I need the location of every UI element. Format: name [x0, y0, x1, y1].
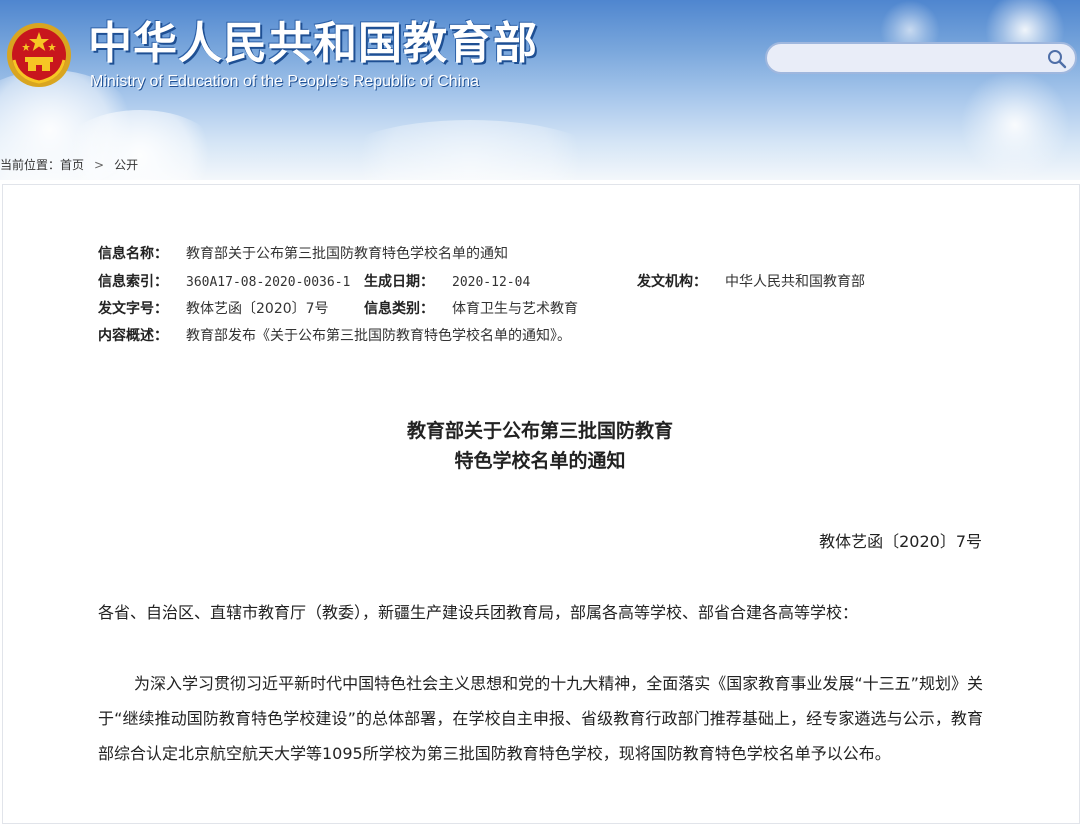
- meta-name-label: 信息名称：: [98, 246, 168, 262]
- cloud-decoration: [330, 120, 610, 180]
- document-title-line-1: 教育部关于公布第三批国防教育: [406, 420, 673, 442]
- breadcrumb-public-link[interactable]: 公开: [114, 158, 138, 172]
- document-title-line-2: 特色学校名单的通知: [454, 450, 626, 472]
- breadcrumb-home-link[interactable]: 首页: [60, 158, 84, 172]
- meta-row-date: 生成日期： 2020-12-04: [364, 271, 530, 293]
- breadcrumb: 当前位置：首页 > 公开: [0, 156, 138, 173]
- document-number: 教体艺函〔2020〕7号: [819, 532, 982, 551]
- meta-row-index: 信息索引： 360A17-08-2020-0036-1: [98, 271, 350, 293]
- meta-summary-label: 内容概述：: [98, 328, 168, 344]
- meta-date-label: 生成日期：: [364, 274, 434, 290]
- meta-row-docno: 发文字号： 教体艺函〔2020〕7号: [98, 298, 329, 320]
- meta-index-value: 360A17-08-2020-0036-1: [186, 275, 351, 290]
- meta-name-value: 教育部关于公布第三批国防教育特色学校名单的通知: [186, 246, 508, 262]
- breadcrumb-label: 当前位置：: [0, 158, 61, 172]
- national-emblem-icon: [7, 23, 71, 87]
- dandelion-decoration: [960, 70, 1070, 180]
- search-icon[interactable]: [1047, 49, 1067, 69]
- site-subtitle: Ministry of Education of the People's Re…: [90, 73, 480, 90]
- site-title: 中华人民共和国教育部: [88, 18, 538, 69]
- meta-category-label: 信息类别：: [364, 301, 434, 317]
- site-header: 中华人民共和国教育部 Ministry of Education of the …: [0, 0, 1080, 180]
- meta-row-summary: 内容概述： 教育部发布《关于公布第三批国防教育特色学校名单的通知》。: [98, 325, 571, 347]
- document-body-paragraph: 为深入学习贯彻习近平新时代中国特色社会主义思想和党的十九大精神，全面落实《国家教…: [98, 674, 983, 763]
- breadcrumb-separator: >: [94, 158, 105, 172]
- meta-index-label: 信息索引：: [98, 274, 168, 290]
- meta-docno-value: 教体艺函〔2020〕7号: [186, 301, 329, 317]
- meta-summary-value: 教育部发布《关于公布第三批国防教育特色学校名单的通知》。: [186, 328, 571, 344]
- meta-category-value: 体育卫生与艺术教育: [452, 301, 578, 317]
- meta-row-category: 信息类别： 体育卫生与艺术教育: [364, 298, 578, 320]
- search-input[interactable]: [779, 48, 1043, 72]
- document-addressee: 各省、自治区、直辖市教育厅（教委），新疆生产建设兵团教育局，部属各高等学校、部省…: [98, 603, 859, 622]
- meta-org-label: 发文机构：: [637, 274, 707, 290]
- meta-docno-label: 发文字号：: [98, 301, 168, 317]
- meta-row-name: 信息名称： 教育部关于公布第三批国防教育特色学校名单的通知: [98, 243, 508, 265]
- meta-org-value: 中华人民共和国教育部: [725, 274, 865, 290]
- meta-date-value: 2020-12-04: [452, 275, 531, 290]
- search-box: [765, 42, 1077, 74]
- meta-row-org: 发文机构： 中华人民共和国教育部: [637, 271, 865, 293]
